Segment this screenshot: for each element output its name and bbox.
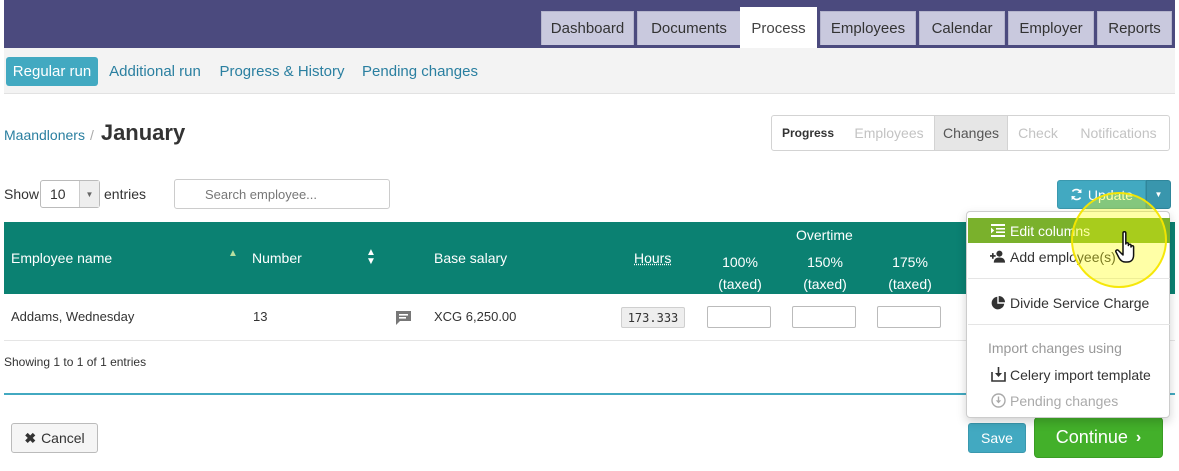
chevron-right-icon: › xyxy=(1135,428,1142,446)
cancel-button-label: Cancel xyxy=(41,430,85,446)
menu-item-celery-import-template[interactable]: Celery import template xyxy=(968,362,1170,387)
breadcrumb-parent-link[interactable]: Maandloners xyxy=(4,127,85,143)
tab-employees[interactable]: Employees xyxy=(820,11,916,45)
continue-button[interactable]: Continue › xyxy=(1034,417,1163,458)
overtime-150-input[interactable] xyxy=(792,306,856,328)
overtime-100-input[interactable] xyxy=(707,306,771,328)
cell-base-salary: XCG 6,250.00 xyxy=(434,309,517,324)
menu-item-divide-service-charge[interactable]: Divide Service Charge xyxy=(968,290,1170,315)
page-title: January xyxy=(100,120,186,145)
pie-chart-icon xyxy=(990,295,1006,311)
menu-separator xyxy=(968,324,1170,325)
cell-number: 13 xyxy=(253,309,268,324)
chevron-down-icon: ▼ xyxy=(79,181,99,207)
process-steps: Progress Employees Changes Check Notific… xyxy=(771,115,1170,151)
table-info: Showing 1 to 1 of 1 entries xyxy=(4,355,147,369)
import-icon xyxy=(990,367,1006,383)
entries-label: entries xyxy=(104,186,147,202)
close-icon: ✖ xyxy=(24,429,37,446)
entries-per-page-select[interactable]: 10 ▼ xyxy=(40,180,100,208)
step-changes[interactable]: Changes xyxy=(934,116,1008,150)
columns-icon xyxy=(990,223,1006,239)
entries-value: 10 xyxy=(50,186,66,202)
top-nav-bar: Dashboard Documents Process Employees Ca… xyxy=(4,0,1175,48)
tab-employer[interactable]: Employer xyxy=(1008,11,1094,45)
menu-item-pending-changes: Pending changes xyxy=(968,388,1170,413)
tab-process[interactable]: Process xyxy=(740,7,817,48)
step-notifications: Notifications xyxy=(1080,125,1157,141)
sort-both-icon: ▲ ▼ xyxy=(366,247,376,267)
tab-calendar[interactable]: Calendar xyxy=(919,11,1005,45)
col-employee-name[interactable]: Employee name xyxy=(11,250,112,266)
menu-item-label: Celery import template xyxy=(1010,366,1151,383)
subnav-progress-history[interactable]: Progress & History xyxy=(218,57,346,86)
col-overtime-150[interactable]: 150% (taxed) xyxy=(793,251,857,295)
sort-asc-icon: ▲ xyxy=(228,248,238,259)
tab-reports[interactable]: Reports xyxy=(1097,11,1172,45)
step-employees: Employees xyxy=(854,125,924,141)
refresh-icon xyxy=(1071,188,1082,201)
col-overtime-175[interactable]: 175% (taxed) xyxy=(878,251,942,295)
col-overtime-100[interactable]: 100% (taxed) xyxy=(708,251,772,295)
col-base-salary[interactable]: Base salary xyxy=(434,250,507,266)
continue-button-label: Continue xyxy=(1055,427,1128,447)
breadcrumb: Maandloners / January xyxy=(4,120,185,150)
subnav-additional-run[interactable]: Additional run xyxy=(108,57,202,86)
tab-documents[interactable]: Documents xyxy=(637,11,741,45)
overtime-175-input[interactable] xyxy=(877,306,941,328)
user-plus-icon xyxy=(990,249,1006,265)
menu-item-label: Divide Service Charge xyxy=(1010,294,1150,311)
cancel-button[interactable]: ✖ Cancel xyxy=(11,423,98,453)
save-button[interactable]: Save xyxy=(968,423,1026,453)
tab-dashboard[interactable]: Dashboard xyxy=(541,11,634,45)
breadcrumb-separator: / xyxy=(89,127,94,143)
import-header: Import changes using xyxy=(988,340,1122,356)
search-input[interactable] xyxy=(174,179,390,209)
subnav-pending-changes[interactable]: Pending changes xyxy=(360,57,480,86)
subnav-regular-run[interactable]: Regular run xyxy=(6,57,98,86)
download-circle-icon xyxy=(990,393,1006,409)
caret-down-icon: ▼ xyxy=(1154,190,1163,199)
col-hours[interactable]: Hours xyxy=(634,250,671,266)
menu-item-label: Pending changes xyxy=(1010,392,1119,409)
hand-pointer-icon xyxy=(1115,230,1135,263)
col-overtime-group: Overtime xyxy=(796,227,853,243)
step-check: Check xyxy=(1018,125,1058,141)
col-number[interactable]: Number xyxy=(252,250,302,266)
show-label: Show xyxy=(4,186,40,202)
cell-employee-name: Addams, Wednesday xyxy=(11,309,135,324)
cell-hours: 173.333 xyxy=(621,307,685,328)
step-progress[interactable]: Progress xyxy=(772,116,844,150)
sub-nav-bar: Regular run Additional run Progress & Hi… xyxy=(4,48,1175,94)
comment-icon[interactable] xyxy=(395,310,412,326)
